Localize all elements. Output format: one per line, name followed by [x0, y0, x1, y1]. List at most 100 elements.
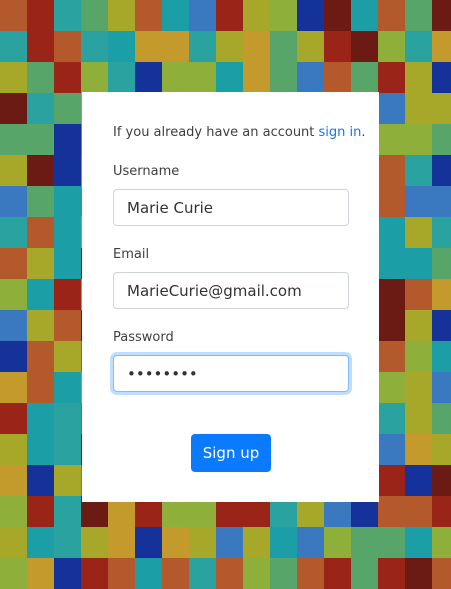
mosaic-tile	[27, 279, 54, 310]
mosaic-tile	[108, 62, 135, 93]
mosaic-tile	[0, 496, 27, 527]
mosaic-tile	[0, 403, 27, 434]
signup-card: If you already have an account sign in. …	[82, 92, 379, 502]
mosaic-tile	[54, 434, 81, 465]
mosaic-tile	[432, 279, 451, 310]
mosaic-tile	[0, 465, 27, 496]
mosaic-tile	[351, 558, 378, 589]
mosaic-tile	[81, 62, 108, 93]
signin-link[interactable]: sign in	[319, 125, 362, 140]
mosaic-tile	[0, 527, 27, 558]
mosaic-tile	[27, 186, 54, 217]
mosaic-tile	[351, 62, 378, 93]
mosaic-tile	[405, 527, 432, 558]
mosaic-tile	[162, 558, 189, 589]
mosaic-tile	[54, 279, 81, 310]
mosaic-tile	[162, 0, 189, 31]
mosaic-tile	[135, 0, 162, 31]
username-label: Username	[113, 164, 180, 179]
mosaic-tile	[0, 155, 27, 186]
mosaic-tile	[54, 0, 81, 31]
mosaic-tile	[81, 558, 108, 589]
mosaic-tile	[0, 93, 27, 124]
mosaic-tile	[405, 248, 432, 279]
mosaic-tile	[351, 31, 378, 62]
password-field[interactable]	[113, 355, 349, 392]
mosaic-tile	[378, 310, 405, 341]
mosaic-tile	[216, 527, 243, 558]
mosaic-tile	[405, 62, 432, 93]
mosaic-tile	[27, 31, 54, 62]
mosaic-tile	[162, 527, 189, 558]
mosaic-tile	[54, 496, 81, 527]
mosaic-tile	[378, 248, 405, 279]
mosaic-tile	[432, 403, 451, 434]
mosaic-tile	[54, 372, 81, 403]
mosaic-tile	[432, 496, 451, 527]
mosaic-tile	[405, 279, 432, 310]
mosaic-tile	[270, 0, 297, 31]
mosaic-tile	[378, 124, 405, 155]
sign-up-button[interactable]: Sign up	[191, 434, 271, 472]
mosaic-tile	[135, 62, 162, 93]
mosaic-tile	[27, 527, 54, 558]
mosaic-tile	[405, 217, 432, 248]
mosaic-tile	[432, 248, 451, 279]
mosaic-tile	[216, 31, 243, 62]
mosaic-tile	[27, 155, 54, 186]
mosaic-tile	[405, 372, 432, 403]
mosaic-tile	[108, 31, 135, 62]
mosaic-tile	[27, 558, 54, 589]
mosaic-tile	[432, 372, 451, 403]
mosaic-tile	[0, 434, 27, 465]
mosaic-tile	[54, 403, 81, 434]
mosaic-tile	[189, 527, 216, 558]
mosaic-tile	[432, 186, 451, 217]
mosaic-tile	[0, 248, 27, 279]
mosaic-tile	[54, 217, 81, 248]
mosaic-tile	[27, 310, 54, 341]
email-field[interactable]	[113, 272, 349, 309]
mosaic-tile	[216, 0, 243, 31]
mosaic-tile	[378, 341, 405, 372]
mosaic-tile	[432, 62, 451, 93]
mosaic-tile	[243, 0, 270, 31]
mosaic-tile	[27, 93, 54, 124]
mosaic-tile	[432, 434, 451, 465]
mosaic-tile	[378, 527, 405, 558]
mosaic-tile	[162, 31, 189, 62]
signin-prompt: If you already have an account sign in.	[113, 125, 366, 140]
mosaic-tile	[405, 403, 432, 434]
mosaic-tile	[405, 186, 432, 217]
mosaic-tile	[324, 0, 351, 31]
mosaic-tile	[378, 217, 405, 248]
mosaic-tile	[81, 0, 108, 31]
mosaic-tile	[189, 558, 216, 589]
mosaic-tile	[378, 465, 405, 496]
mosaic-tile	[324, 62, 351, 93]
mosaic-tile	[216, 62, 243, 93]
mosaic-tile	[405, 310, 432, 341]
mosaic-tile	[432, 527, 451, 558]
mosaic-tile	[0, 279, 27, 310]
mosaic-tile	[54, 62, 81, 93]
mosaic-tile	[297, 62, 324, 93]
mosaic-tile	[405, 124, 432, 155]
mosaic-tile	[405, 341, 432, 372]
mosaic-tile	[27, 403, 54, 434]
mosaic-tile	[81, 31, 108, 62]
mosaic-tile	[54, 558, 81, 589]
mosaic-tile	[243, 62, 270, 93]
mosaic-tile	[405, 31, 432, 62]
mosaic-tile	[81, 527, 108, 558]
mosaic-tile	[432, 558, 451, 589]
mosaic-tile	[216, 558, 243, 589]
mosaic-tile	[324, 558, 351, 589]
mosaic-tile	[243, 31, 270, 62]
mosaic-tile	[270, 558, 297, 589]
mosaic-tile	[405, 93, 432, 124]
mosaic-tile	[54, 248, 81, 279]
username-field[interactable]	[113, 189, 349, 226]
email-label: Email	[113, 247, 150, 262]
mosaic-tile	[432, 155, 451, 186]
